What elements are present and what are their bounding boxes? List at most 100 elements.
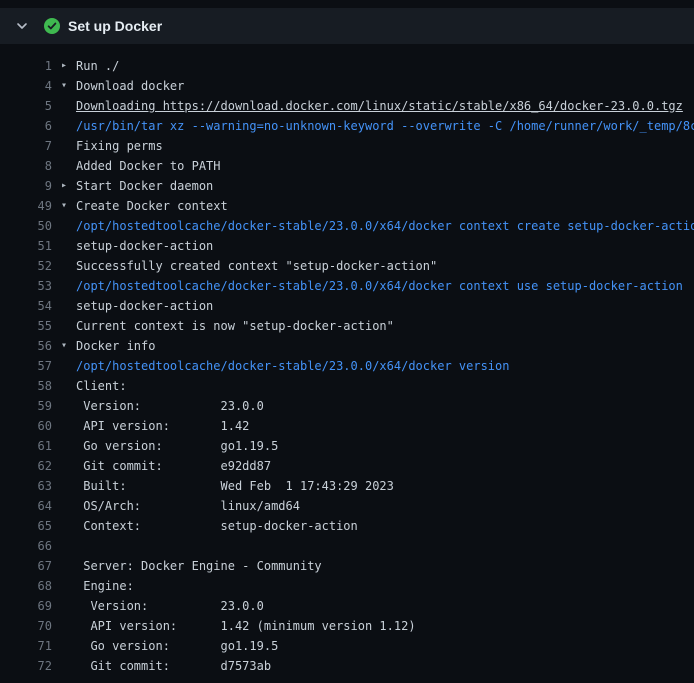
indent-spacer — [52, 636, 76, 656]
chevron-down-icon[interactable] — [14, 18, 30, 34]
line-number-link[interactable]: 53 — [0, 276, 52, 296]
line-number-link[interactable]: 50 — [0, 216, 52, 236]
line-number-link[interactable]: 5 — [0, 96, 52, 116]
log-text: setup-docker-action — [76, 236, 213, 256]
log-line: 7Fixing perms — [0, 136, 694, 156]
log-line: 53/opt/hostedtoolcache/docker-stable/23.… — [0, 276, 694, 296]
indent-spacer — [52, 216, 76, 236]
log-line: 72 Git commit: d7573ab — [0, 656, 694, 676]
log-line: 1▸Run ./ — [0, 56, 694, 76]
group-expand-icon[interactable]: ▸ — [52, 56, 76, 76]
log-line: 49▾Create Docker context — [0, 196, 694, 216]
group-collapse-icon[interactable]: ▾ — [52, 336, 76, 356]
log-text: Run ./ — [76, 56, 119, 76]
line-number-link[interactable]: 62 — [0, 456, 52, 476]
log-text: /usr/bin/tar xz --warning=no-unknown-key… — [76, 116, 694, 136]
log-line: 57/opt/hostedtoolcache/docker-stable/23.… — [0, 356, 694, 376]
indent-spacer — [52, 116, 76, 136]
log-text: OS/Arch: linux/amd64 — [76, 496, 300, 516]
log-text: API version: 1.42 (minimum version 1.12) — [76, 616, 416, 636]
log-line: 8 Added Docker to PATH — [0, 156, 694, 176]
line-number-link[interactable]: 68 — [0, 576, 52, 596]
log-line: 55 Current context is now "setup-docker-a… — [0, 316, 694, 336]
indent-spacer — [52, 556, 76, 576]
log-text: Git commit: d7573ab — [76, 656, 271, 676]
log-line: 58Client: — [0, 376, 694, 396]
line-number-link[interactable]: 4 — [0, 76, 52, 96]
line-number-link[interactable]: 6 — [0, 116, 52, 136]
log-text: Current context is now "setup-docker-act… — [76, 316, 394, 336]
log-text: Go version: go1.19.5 — [76, 636, 278, 656]
indent-spacer — [52, 476, 76, 496]
log-line: 6/usr/bin/tar xz --warning=no-unknown-ke… — [0, 116, 694, 136]
log-line: 9▸Start Docker daemon — [0, 176, 694, 196]
line-number-link[interactable]: 54 — [0, 296, 52, 316]
log-text: Download docker — [76, 76, 184, 96]
line-number-link[interactable]: 57 — [0, 356, 52, 376]
log-text: API version: 1.42 — [76, 416, 249, 436]
indent-spacer — [52, 456, 76, 476]
indent-spacer — [52, 436, 76, 456]
step-header[interactable]: Set up Docker — [0, 8, 694, 44]
indent-spacer — [52, 136, 76, 156]
indent-spacer — [52, 616, 76, 636]
line-number-link[interactable]: 65 — [0, 516, 52, 536]
indent-spacer — [52, 356, 76, 376]
log-text[interactable]: Downloading https://download.docker.com/… — [76, 96, 683, 116]
log-line: 60 API version: 1.42 — [0, 416, 694, 436]
log-text: /opt/hostedtoolcache/docker-stable/23.0.… — [76, 356, 509, 376]
line-number-link[interactable]: 71 — [0, 636, 52, 656]
line-number-link[interactable]: 56 — [0, 336, 52, 356]
line-number-link[interactable]: 63 — [0, 476, 52, 496]
line-number-link[interactable]: 72 — [0, 656, 52, 676]
line-number-link[interactable]: 7 — [0, 136, 52, 156]
indent-spacer — [52, 236, 76, 256]
log-line: 64 OS/Arch: linux/amd64 — [0, 496, 694, 516]
line-number-link[interactable]: 59 — [0, 396, 52, 416]
log-text: Docker info — [76, 336, 155, 356]
log-line: 4▾Download docker — [0, 76, 694, 96]
group-collapse-icon[interactable]: ▾ — [52, 76, 76, 96]
log-text: Go version: go1.19.5 — [76, 436, 278, 456]
indent-spacer — [52, 376, 76, 396]
log-line: 68 Engine: — [0, 576, 694, 596]
line-number-link[interactable]: 51 — [0, 236, 52, 256]
log-line: 65 Context: setup-docker-action — [0, 516, 694, 536]
log-text: /opt/hostedtoolcache/docker-stable/23.0.… — [76, 216, 694, 236]
line-number-link[interactable]: 58 — [0, 376, 52, 396]
group-expand-icon[interactable]: ▸ — [52, 176, 76, 196]
line-number-link[interactable]: 60 — [0, 416, 52, 436]
indent-spacer — [52, 516, 76, 536]
indent-spacer — [52, 656, 76, 676]
log-text: Built: Wed Feb 1 17:43:29 2023 — [76, 476, 394, 496]
group-collapse-icon[interactable]: ▾ — [52, 196, 76, 216]
indent-spacer — [52, 496, 76, 516]
line-number-link[interactable]: 67 — [0, 556, 52, 576]
line-number-link[interactable]: 1 — [0, 56, 52, 76]
log-text: Engine: — [76, 576, 134, 596]
line-number-link[interactable]: 64 — [0, 496, 52, 516]
line-number-link[interactable]: 70 — [0, 616, 52, 636]
line-number-link[interactable]: 61 — [0, 436, 52, 456]
line-number-link[interactable]: 69 — [0, 596, 52, 616]
log-text: Added Docker to PATH — [76, 156, 221, 176]
line-number-link[interactable]: 55 — [0, 316, 52, 336]
log-line: 70 API version: 1.42 (minimum version 1.… — [0, 616, 694, 636]
line-number-link[interactable]: 9 — [0, 176, 52, 196]
line-number-link[interactable]: 66 — [0, 536, 52, 556]
log-line: 52Successfully created context "setup-do… — [0, 256, 694, 276]
log-line: 5 Downloading https://download.docker.com… — [0, 96, 694, 116]
log-line: 66 — [0, 536, 694, 556]
indent-spacer — [52, 96, 76, 116]
line-number-link[interactable]: 8 — [0, 156, 52, 176]
log-line: 69 Version: 23.0.0 — [0, 596, 694, 616]
log-line: 71 Go version: go1.19.5 — [0, 636, 694, 656]
log-text: Server: Docker Engine - Community — [76, 556, 322, 576]
log-line: 67 Server: Docker Engine - Community — [0, 556, 694, 576]
log-text: Version: 23.0.0 — [76, 396, 264, 416]
log-line: 63 Built: Wed Feb 1 17:43:29 2023 — [0, 476, 694, 496]
line-number-link[interactable]: 52 — [0, 256, 52, 276]
indent-spacer — [52, 276, 76, 296]
indent-spacer — [52, 396, 76, 416]
line-number-link[interactable]: 49 — [0, 196, 52, 216]
